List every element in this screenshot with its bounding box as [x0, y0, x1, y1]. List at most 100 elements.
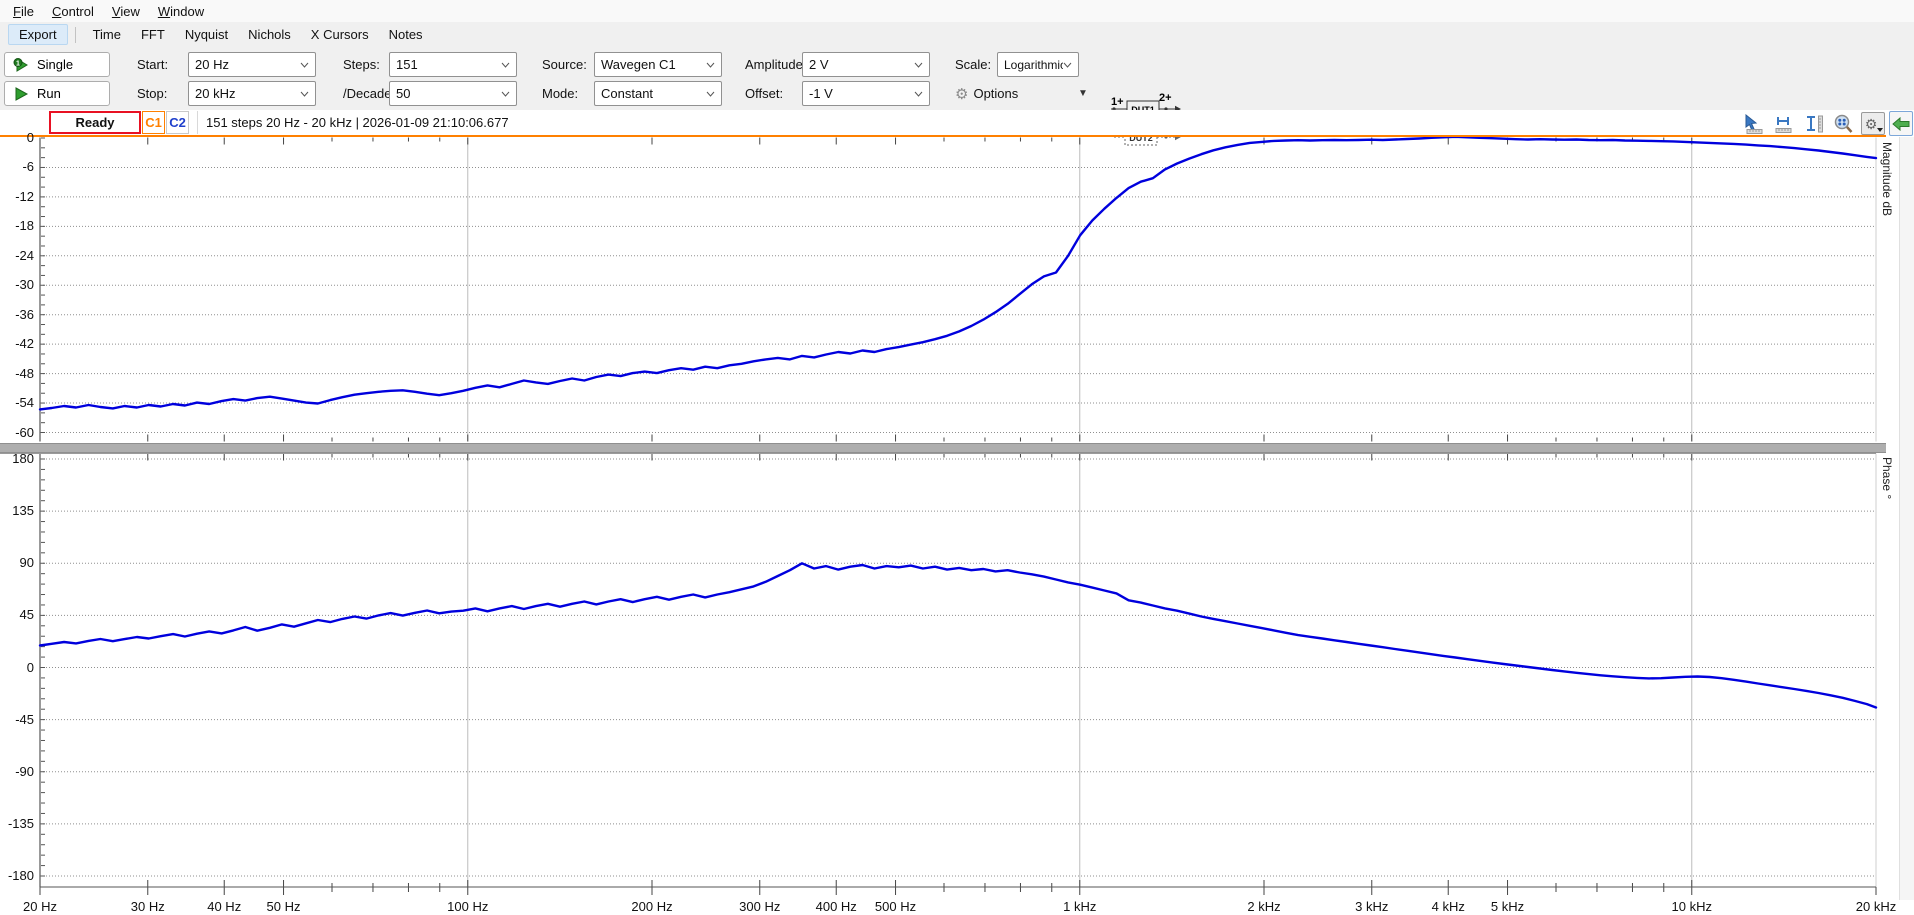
plot-settings-button[interactable]: ⚙ [1861, 112, 1885, 135]
pointer-mode-button[interactable] [1742, 112, 1766, 135]
horizontal-cursors-button[interactable] [1772, 112, 1796, 135]
y-axis-tick-label: -90 [0, 764, 34, 779]
tab-bar: Export Time FFT Nyquist Nichols X Cursor… [0, 22, 1914, 47]
phase-axis-title: Phase ° [1880, 457, 1894, 499]
sweep-info-text: 151 steps 20 Hz - 20 kHz | 2026-01-09 21… [197, 111, 509, 134]
stop-label: Stop: [137, 81, 167, 106]
chevron-down-icon [501, 62, 510, 68]
x-axis-tick-label: 20 Hz [23, 899, 57, 914]
chevron-down-icon [914, 62, 923, 68]
gear-icon: ⚙ [955, 85, 968, 103]
vertical-cursors-button[interactable] [1802, 112, 1826, 135]
chevron-down-icon [914, 91, 923, 97]
options-button[interactable]: ⚙ Options [955, 81, 1018, 106]
zoom-button[interactable] [1832, 112, 1856, 135]
run-play-icon [13, 86, 29, 102]
x-axis-tick-label: 300 Hz [739, 899, 780, 914]
y-axis-tick-label: 45 [0, 607, 34, 622]
start-frequency-select[interactable]: 20 Hz [188, 52, 316, 77]
settings-gear-icon: ⚙ [1862, 114, 1884, 134]
svg-text:⚙: ⚙ [1865, 117, 1878, 133]
menu-control[interactable]: Control [43, 2, 103, 21]
y-axis-tick-label: -6 [0, 159, 34, 174]
options-dropdown-arrow[interactable]: ▼ [1078, 81, 1088, 106]
x-axis-tick-label: 20 kHz [1856, 899, 1896, 914]
x-axis-tick-label: 40 Hz [207, 899, 241, 914]
diagram-output-plus: 2+ [1159, 93, 1172, 104]
y-axis-tick-label: -60 [0, 425, 34, 440]
tab-notes[interactable]: Notes [379, 24, 433, 45]
steps-select[interactable]: 151 [389, 52, 517, 77]
x-axis-tick-label: 4 kHz [1432, 899, 1465, 914]
channel-c1-button[interactable]: C1 [142, 111, 165, 134]
mode-value: Constant [601, 86, 653, 101]
right-scroll-gutter[interactable] [1899, 137, 1914, 900]
collapse-panel-button[interactable] [1889, 111, 1913, 136]
svg-text:1: 1 [16, 60, 20, 67]
y-axis-tick-label: 90 [0, 555, 34, 570]
x-axis-tick-label: 400 Hz [816, 899, 857, 914]
plot-splitter[interactable] [0, 443, 1886, 453]
stop-frequency-select[interactable]: 20 kHz [188, 81, 316, 106]
y-axis-tick-label: -54 [0, 395, 34, 410]
offset-value: -1 V [809, 86, 833, 101]
y-axis-tick-label: 0 [0, 130, 34, 145]
tab-export[interactable]: Export [8, 24, 68, 45]
amplitude-select[interactable]: 2 V [802, 52, 930, 77]
tab-time[interactable]: Time [83, 24, 131, 45]
tab-fft[interactable]: FFT [131, 24, 175, 45]
pointer-cursor-icon [1743, 114, 1765, 134]
magnitude-plot[interactable] [0, 137, 1914, 443]
diagram-input-plus: 1+ [1111, 96, 1124, 108]
x-axis-tick-label: 500 Hz [875, 899, 916, 914]
scale-label: Scale: [955, 52, 991, 77]
steps-value: 151 [396, 57, 418, 72]
magnitude-axis-title: Magnitude dB [1880, 142, 1894, 216]
phase-plot[interactable] [0, 453, 1914, 900]
channel-c2-button[interactable]: C2 [166, 111, 189, 134]
mode-select[interactable]: Constant [594, 81, 722, 106]
per-decade-label: /Decade: [343, 81, 395, 106]
x-axis-tick-label: 100 Hz [447, 899, 488, 914]
source-value: Wavegen C1 [601, 57, 676, 72]
tab-separator [75, 27, 76, 43]
collapse-left-arrow-icon [1892, 117, 1910, 131]
chevron-down-icon [706, 62, 715, 68]
start-frequency-value: 20 Hz [195, 57, 229, 72]
x-axis-tick-label: 2 kHz [1247, 899, 1280, 914]
per-decade-value: 50 [396, 86, 410, 101]
source-select[interactable]: Wavegen C1 [594, 52, 722, 77]
chevron-down-icon [300, 62, 309, 68]
y-axis-tick-label: -18 [0, 218, 34, 233]
x-axis-tick-label: 30 Hz [131, 899, 165, 914]
x-axis-tick-label: 10 kHz [1672, 899, 1712, 914]
mode-label: Mode: [542, 81, 578, 106]
single-play-icon: 1 [13, 57, 29, 73]
x-axis-tick-label: 50 Hz [267, 899, 301, 914]
offset-select[interactable]: -1 V [802, 81, 930, 106]
scale-select[interactable]: Logarithmic [997, 52, 1079, 77]
y-axis-tick-label: -30 [0, 277, 34, 292]
menu-file[interactable]: File [4, 2, 43, 21]
per-decade-select[interactable]: 50 [389, 81, 517, 106]
scale-value: Logarithmic [1004, 58, 1063, 72]
tab-nyquist[interactable]: Nyquist [175, 24, 238, 45]
options-label: Options [973, 86, 1018, 101]
vertical-cursor-icon [1803, 114, 1825, 134]
source-label: Source: [542, 52, 587, 77]
tab-x-cursors[interactable]: X Cursors [301, 24, 379, 45]
menu-view[interactable]: View [103, 2, 149, 21]
tab-nichols[interactable]: Nichols [238, 24, 301, 45]
steps-label: Steps: [343, 52, 380, 77]
y-axis-tick-label: -24 [0, 248, 34, 263]
single-button[interactable]: 1 Single [4, 52, 110, 77]
x-axis-tick-label: 1 kHz [1063, 899, 1096, 914]
menu-window[interactable]: Window [149, 2, 213, 21]
y-axis-tick-label: -36 [0, 307, 34, 322]
single-button-label: Single [37, 57, 73, 72]
chevron-down-icon [1063, 62, 1072, 68]
y-axis-tick-label: -12 [0, 189, 34, 204]
run-button[interactable]: Run [4, 81, 110, 106]
start-label: Start: [137, 52, 168, 77]
status-ready-badge: Ready [49, 111, 141, 134]
